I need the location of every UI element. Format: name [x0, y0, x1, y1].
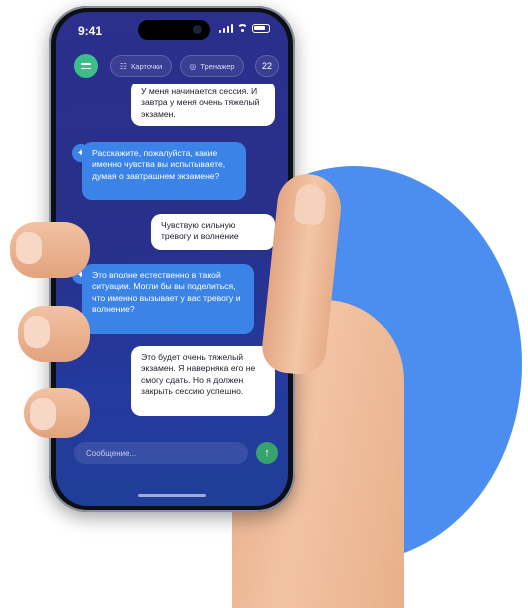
- message-assistant: Это вполне естественно в такой ситуации.…: [82, 264, 254, 334]
- cards-label: Карточки: [130, 61, 163, 71]
- hand-finger: [18, 306, 90, 362]
- chat-thread[interactable]: У меня начинается сессия. И завтра у мен…: [56, 84, 288, 430]
- message-user: Это будет очень тяжелый экзамен. Я навер…: [131, 346, 275, 416]
- wifi-icon: [237, 24, 248, 33]
- message-user: У меня начинается сессия. И завтра у мен…: [131, 84, 275, 126]
- app-header: ☷ Карточки ◎ Тренажер 22: [56, 52, 288, 82]
- trainer-button[interactable]: ◎ Тренажер: [180, 55, 244, 77]
- trainer-icon: ◎: [189, 61, 197, 71]
- message-input[interactable]: [74, 442, 248, 464]
- message-assistant: Расскажите, пожалуйста, какие именно чув…: [82, 142, 246, 200]
- hand-finger: [10, 222, 90, 278]
- send-button[interactable]: ↑: [256, 442, 278, 464]
- status-bar: 9:41: [56, 12, 288, 48]
- cards-icon: ☷: [119, 61, 127, 71]
- message-composer: ↑: [56, 440, 288, 480]
- message-user: Чувствую сильную тревогу и волнение: [151, 214, 275, 250]
- finger-nail: [16, 232, 42, 264]
- home-indicator: [138, 494, 206, 497]
- counter-badge[interactable]: 22: [255, 55, 279, 77]
- battery-icon: [252, 24, 270, 33]
- hand-finger: [24, 388, 90, 438]
- status-time: 9:41: [78, 24, 103, 38]
- system-icons: [218, 24, 270, 33]
- dynamic-island: [138, 20, 210, 40]
- finger-nail: [24, 316, 50, 348]
- trainer-label: Тренажер: [200, 61, 235, 71]
- finger-nail: [30, 398, 56, 430]
- signal-icon: [218, 24, 233, 33]
- cards-button[interactable]: ☷ Карточки: [110, 55, 172, 77]
- hamburger-icon[interactable]: [74, 54, 98, 78]
- camera-icon: [193, 25, 202, 34]
- phone-screen: 9:41 ☷ Карточки ◎ Тренажер 22 У меня нач…: [56, 12, 288, 506]
- thumb-nail: [293, 183, 328, 226]
- arrow-up-icon: ↑: [264, 447, 270, 459]
- hero-illustration: 9:41 ☷ Карточки ◎ Тренажер 22 У меня нач…: [0, 0, 528, 608]
